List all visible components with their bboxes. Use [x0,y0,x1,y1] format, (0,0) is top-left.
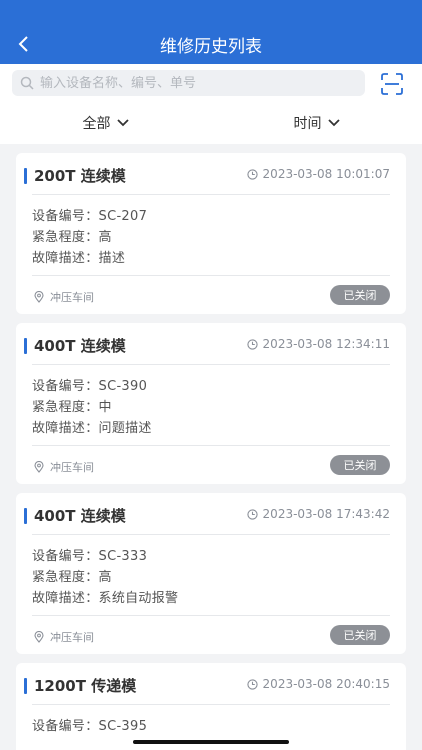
record-title-text: 1200T 传递模 [34,677,137,695]
chevron-down-icon [116,119,129,127]
fault-label: 故障描述： [32,251,99,266]
filter-time-dropdown[interactable]: 时间 [211,102,422,144]
location: 冲压车间 [34,459,94,475]
title-accent-bar [24,507,27,524]
device-no-label: 设备编号： [32,719,99,734]
record-card[interactable]: 400T 连续模 2023-03-08 12:34:11 设备编号：SC-390… [16,323,406,484]
device-no-row: 设备编号：SC-207 [32,205,147,224]
location-pin-icon [34,461,44,473]
page-title: 维修历史列表 [160,37,262,57]
record-time: 2023-03-08 20:40:15 [246,677,390,691]
divider [32,534,390,535]
clock-icon [246,168,258,180]
divider [32,615,390,616]
divider [32,445,390,446]
location-text: 冲压车间 [50,461,94,474]
record-time: 2023-03-08 10:01:07 [246,167,390,181]
device-no-value: SC-333 [98,549,148,564]
scan-button[interactable] [380,72,404,96]
device-no-label: 设备编号： [32,549,99,564]
urgency-value: 高 [98,230,112,245]
urgency-value: 高 [98,570,112,585]
fault-value: 描述 [98,251,126,266]
fault-row: 故障描述：描述 [32,247,125,266]
device-no-label: 设备编号： [32,209,99,224]
title-accent-bar [24,677,27,694]
urgency-label: 紧急程度： [32,230,99,245]
record-time-text: 2023-03-08 17:43:42 [262,507,390,521]
filter-time-label: 时间 [293,116,322,132]
filter-all-label: 全部 [82,116,111,132]
fault-value: 系统自动报警 [98,591,179,606]
search-box[interactable] [12,70,365,96]
record-time: 2023-03-08 12:34:11 [246,337,390,351]
record-title-text: 400T 连续模 [34,337,126,355]
divider [32,194,390,195]
fault-label: 故障描述： [32,591,99,606]
record-time-text: 2023-03-08 20:40:15 [262,677,390,691]
record-time: 2023-03-08 17:43:42 [246,507,390,521]
urgency-value: 中 [98,400,112,415]
record-title-text: 200T 连续模 [34,167,126,185]
device-no-value: SC-207 [98,209,148,224]
device-no-row: 设备编号：SC-390 [32,375,147,394]
fault-row: 故障描述：问题描述 [32,417,152,436]
device-no-label: 设备编号： [32,379,99,394]
urgency-row: 紧急程度：高 [32,226,112,245]
clock-icon [246,678,258,690]
record-title: 400T 连续模 [24,505,126,526]
divider [32,364,390,365]
record-title-text: 400T 连续模 [34,507,126,525]
device-no-value: SC-395 [98,719,148,734]
location: 冲压车间 [34,629,94,645]
search-input[interactable] [40,75,340,91]
device-no-row: 设备编号：SC-395 [32,715,147,734]
record-card[interactable]: 400T 连续模 2023-03-08 17:43:42 设备编号：SC-333… [16,493,406,654]
location-text: 冲压车间 [50,291,94,304]
filter-bar: 全部 时间 [0,102,422,144]
fault-value: 问题描述 [98,421,152,436]
status-badge: 已关闭 [330,625,390,645]
record-card[interactable]: 200T 连续模 2023-03-08 10:01:07 设备编号：SC-207… [16,153,406,314]
location-pin-icon [34,291,44,303]
record-title: 200T 连续模 [24,165,126,186]
filter-all-dropdown[interactable]: 全部 [0,102,211,144]
chevron-down-icon [327,119,340,127]
location-text: 冲压车间 [50,631,94,644]
record-title: 1200T 传递模 [24,675,136,696]
clock-icon [246,338,258,350]
urgency-label: 紧急程度： [32,400,99,415]
divider [32,275,390,276]
record-title: 400T 连续模 [24,335,126,356]
location: 冲压车间 [34,289,94,305]
scan-icon [381,73,403,95]
title-accent-bar [24,337,27,354]
home-indicator[interactable] [133,740,289,744]
clock-icon [246,508,258,520]
urgency-row: 紧急程度：中 [32,396,112,415]
device-no-value: SC-390 [98,379,148,394]
urgency-label: 紧急程度： [32,570,99,585]
record-time-text: 2023-03-08 10:01:07 [262,167,390,181]
status-badge: 已关闭 [330,285,390,305]
record-card[interactable]: 1200T 传递模 2023-03-08 20:40:15 设备编号：SC-39… [16,663,406,750]
search-bar [0,64,422,102]
fault-label: 故障描述： [32,421,99,436]
urgency-row: 紧急程度：高 [32,566,112,585]
search-icon [20,76,34,90]
nav-header: 维修历史列表 [0,0,422,64]
record-time-text: 2023-03-08 12:34:11 [262,337,390,351]
device-no-row: 设备编号：SC-333 [32,545,147,564]
fault-row: 故障描述：系统自动报警 [32,587,178,606]
status-badge: 已关闭 [330,455,390,475]
title-accent-bar [24,167,27,184]
divider [32,704,390,705]
location-pin-icon [34,631,44,643]
